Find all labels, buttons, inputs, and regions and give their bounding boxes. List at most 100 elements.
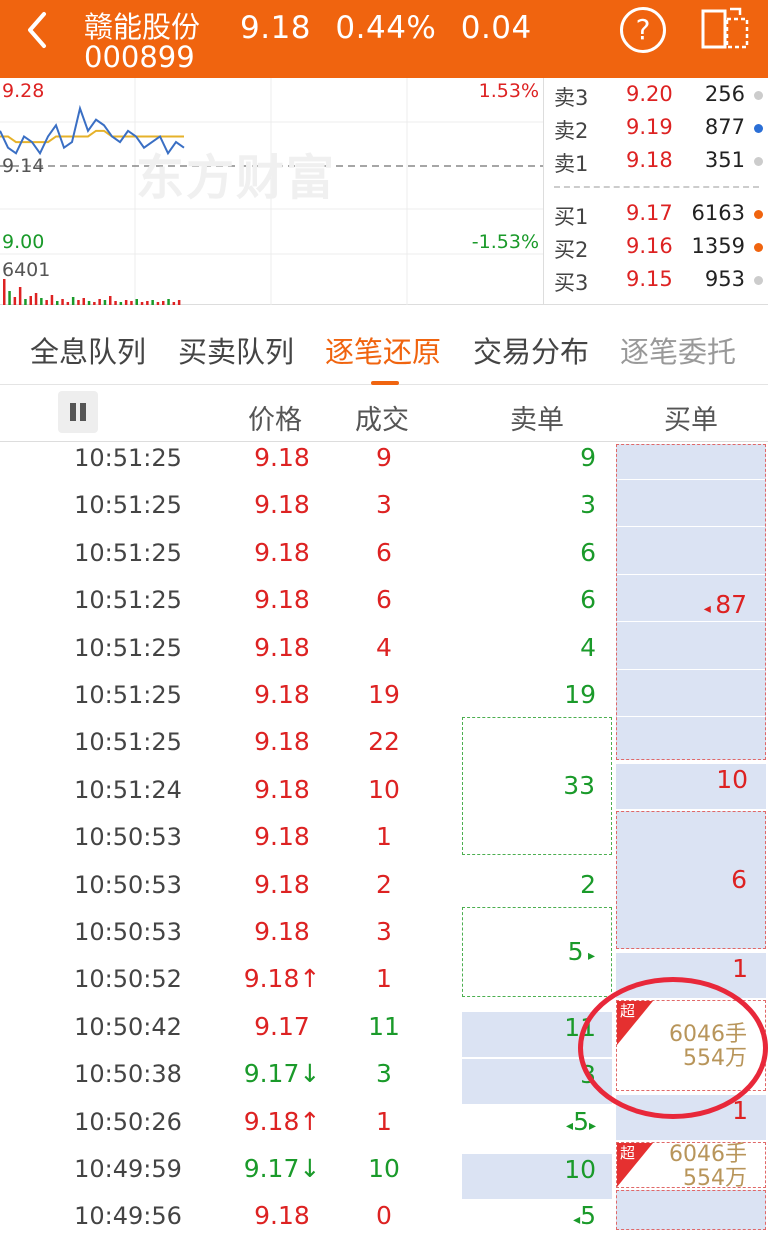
book-price: 9.15 xyxy=(626,267,673,291)
pause-icon[interactable] xyxy=(58,391,98,433)
volume-bar xyxy=(18,287,22,305)
tick-price: 9.18↑ xyxy=(243,1107,321,1136)
tick-volume: 9 xyxy=(376,443,392,472)
tab-full-queue[interactable]: 全息队列 xyxy=(30,329,146,371)
intraday-chart[interactable]: 东方财富 9.28 9.14 9.00 1.53% -1.53% 6401 xyxy=(0,78,543,305)
tick-volume: 4 xyxy=(376,633,392,662)
book-volume: 953 xyxy=(704,267,745,291)
screen-switch-icon[interactable] xyxy=(700,5,750,51)
volume-bar xyxy=(13,297,17,305)
tick-sell: ◂5 xyxy=(573,1201,596,1230)
tick-price: 9.18 xyxy=(254,727,310,756)
tick-price: 9.18 xyxy=(254,1201,310,1230)
tab-tick-restore[interactable]: 逐笔还原 xyxy=(325,329,441,371)
tick-volume: 22 xyxy=(368,727,400,756)
tick-time: 10:51:24 xyxy=(74,776,182,804)
tick-volume: 3 xyxy=(376,1059,392,1088)
book-side-label: 卖3 xyxy=(554,86,589,110)
volume-bar xyxy=(109,296,112,305)
book-dot-icon xyxy=(754,210,763,219)
volume-bar xyxy=(3,279,6,305)
tick-price: 9.18 xyxy=(254,443,310,472)
tick-time: 10:50:38 xyxy=(74,1060,182,1088)
tick-time: 10:51:25 xyxy=(74,491,182,519)
tab-trade-distribution[interactable]: 交易分布 xyxy=(473,329,589,371)
active-tab-indicator xyxy=(371,381,399,385)
volume-bar xyxy=(71,297,75,305)
help-icon[interactable]: ? xyxy=(620,7,666,53)
col-buy: 买单 xyxy=(664,405,718,436)
tick-price: 9.18 xyxy=(254,633,310,662)
tick-sell: 6 xyxy=(580,538,596,567)
tick-price: 9.18 xyxy=(254,680,310,709)
tab-bar: 全息队列 买卖队列 逐笔还原 交易分布 逐笔委托 xyxy=(0,305,768,385)
tick-time: 10:50:52 xyxy=(74,965,182,993)
chart-down-pct: -1.53% xyxy=(471,231,539,253)
tick-time: 10:51:25 xyxy=(74,444,182,472)
book-dot-icon xyxy=(754,91,763,100)
tick-sell: 6 xyxy=(580,585,596,614)
tick-volume: 11 xyxy=(368,1012,400,1041)
book-side-label: 买1 xyxy=(554,205,589,229)
volume-bar xyxy=(50,295,54,305)
tick-time: 10:50:26 xyxy=(74,1108,182,1136)
tick-volume: 6 xyxy=(376,585,392,614)
tick-volume: 1 xyxy=(376,1107,392,1136)
book-price: 9.16 xyxy=(626,234,673,258)
book-volume: 1359 xyxy=(691,234,745,258)
tick-time: 10:49:59 xyxy=(74,1155,182,1183)
quote-summary: 9.18 0.44% 0.04 xyxy=(240,10,546,46)
volume-bar xyxy=(8,291,11,305)
buy-big-order-2[interactable]: 超 6046手 554万 xyxy=(616,1142,766,1191)
tick-time: 10:50:53 xyxy=(74,823,182,851)
tick-price: 9.18 xyxy=(254,538,310,567)
tick-price: 9.18 xyxy=(254,775,310,804)
tick-sell: 9 xyxy=(580,443,596,472)
stock-code: 000899 xyxy=(84,40,195,74)
tick-volume: 1 xyxy=(376,822,392,851)
col-price: 价格 xyxy=(248,405,302,436)
book-dot-icon xyxy=(754,276,763,285)
tick-sell: 4 xyxy=(580,633,596,662)
tab-tick-orders[interactable]: 逐笔委托 xyxy=(620,329,736,371)
sell-merged-33: 33 xyxy=(462,717,612,855)
table-header: 价格 成交 卖单 买单 xyxy=(0,386,768,442)
tick-volume: 0 xyxy=(376,1201,392,1230)
book-row[interactable]: 卖1 9.18 351 xyxy=(544,148,768,181)
back-icon[interactable] xyxy=(22,8,52,60)
tick-volume: 1 xyxy=(376,964,392,993)
tick-time: 10:51:25 xyxy=(74,634,182,662)
tick-time: 10:51:25 xyxy=(74,539,182,567)
book-row[interactable]: 买2 9.16 1359 xyxy=(544,234,768,267)
tick-price: 9.17 xyxy=(254,1012,310,1041)
book-dot-icon xyxy=(754,157,763,166)
chart-prevclose-label: 9.14 xyxy=(2,155,45,177)
book-divider xyxy=(554,186,759,188)
chart-volume-label: 6401 xyxy=(2,259,51,281)
volume-bar xyxy=(29,296,32,305)
book-side-label: 买3 xyxy=(554,271,589,295)
volume-bar xyxy=(40,298,43,305)
tick-time: 10:50:53 xyxy=(74,918,182,946)
book-row[interactable]: 卖2 9.19 877 xyxy=(544,115,768,148)
tick-price: 9.18 xyxy=(254,870,310,899)
tick-price: 9.18 xyxy=(254,490,310,519)
book-price: 9.20 xyxy=(626,82,673,106)
tick-time: 10:51:25 xyxy=(74,681,182,709)
buy-cell-10: 10 xyxy=(616,764,766,809)
book-row[interactable]: 买3 9.15 953 xyxy=(544,267,768,300)
book-row[interactable]: 买1 9.17 6163 xyxy=(544,201,768,234)
tick-price: 9.18 xyxy=(254,585,310,614)
tick-price: 9.18 xyxy=(254,822,310,851)
book-row[interactable]: 卖3 9.20 256 xyxy=(544,82,768,115)
tick-price: 9.17↓ xyxy=(243,1154,321,1183)
tick-volume: 3 xyxy=(376,490,392,519)
col-sell: 卖单 xyxy=(510,405,564,436)
chart-watermark: 东方财富 xyxy=(136,150,337,206)
last-price: 9.18 xyxy=(240,10,312,46)
tab-bid-ask-queue[interactable]: 买卖队列 xyxy=(178,329,294,371)
order-book: 卖3 9.20 256 卖2 9.19 877 卖1 9.18 351 买1 9.17 6163 买2 9… xyxy=(543,78,768,305)
book-price: 9.19 xyxy=(626,115,673,139)
tick-volume: 3 xyxy=(376,917,392,946)
tick-time: 10:50:53 xyxy=(74,871,182,899)
